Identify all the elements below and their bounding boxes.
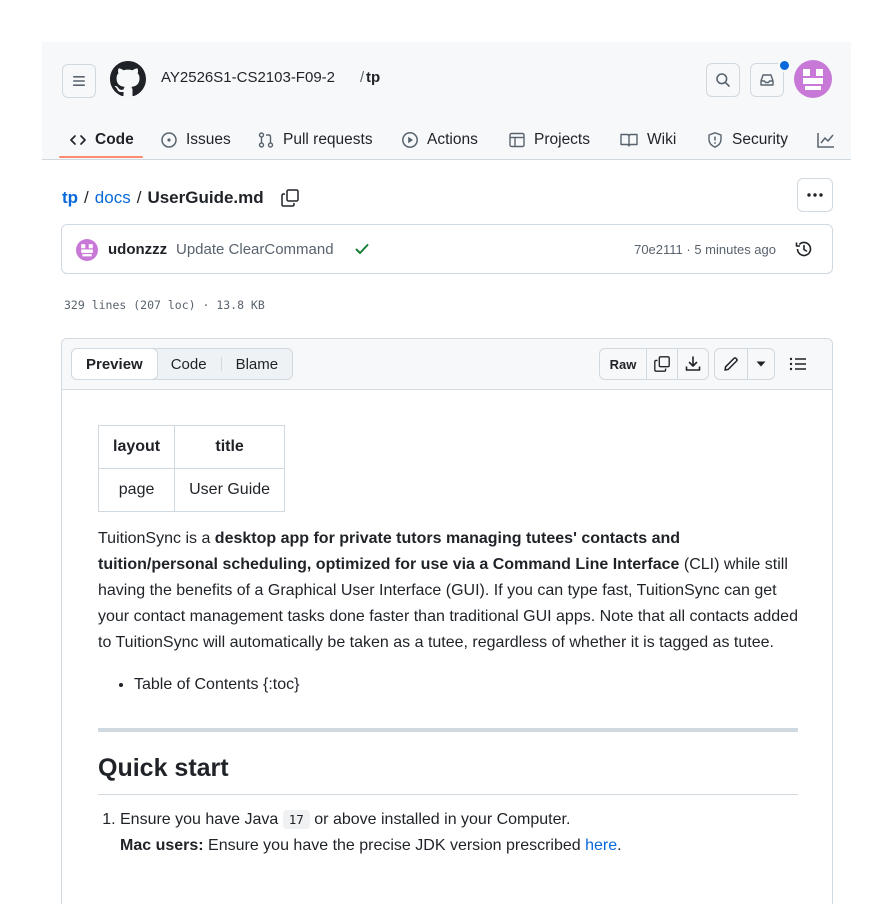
table-header: title — [174, 425, 286, 469]
tab-code[interactable]: Code — [69, 120, 134, 159]
breadcrumb-separator: / — [360, 69, 365, 86]
list-unordered-icon — [789, 357, 806, 371]
play-icon — [401, 131, 419, 149]
intro-paragraph: TuitionSync is a desktop app for private… — [98, 526, 798, 656]
section-heading[interactable]: Quick start — [98, 752, 798, 795]
file-viewer: Preview Code Blame Raw layout title page… — [61, 338, 833, 904]
github-logo-icon[interactable] — [110, 61, 146, 97]
tab-projects[interactable]: Projects — [508, 120, 590, 159]
kebab-horizontal-icon — [806, 192, 824, 198]
breadcrumb-sep: / — [136, 188, 142, 207]
pull-request-icon — [257, 131, 275, 149]
triangle-down-icon — [756, 361, 766, 367]
search-button[interactable] — [706, 63, 740, 97]
view-blame-button[interactable]: Blame — [222, 349, 293, 379]
repo-owner-link[interactable]: AY2526S1-CS2103-F09-2 — [161, 69, 335, 86]
outline-toggle-button[interactable] — [788, 355, 808, 373]
raw-actions-group: Raw — [599, 348, 709, 380]
tab-wiki[interactable]: Wiki — [619, 120, 676, 159]
steps-list: Ensure you have Java 17 or above install… — [98, 807, 798, 859]
edit-button[interactable] — [715, 349, 747, 379]
tab-insights[interactable] — [816, 120, 836, 159]
tab-issues[interactable]: Issues — [160, 120, 231, 159]
file-breadcrumb: tp / docs / UserGuide.md — [62, 188, 300, 208]
breadcrumb-folder-link[interactable]: docs — [95, 188, 131, 208]
repo-header: AY2526S1-CS2103-F09-2 / tp Code Issues P… — [42, 42, 851, 160]
menu-button[interactable] — [62, 64, 96, 98]
book-icon — [619, 131, 639, 149]
copy-path-icon[interactable] — [280, 188, 300, 208]
active-tab-underline — [59, 156, 143, 158]
file-toolbar: Preview Code Blame Raw — [62, 339, 832, 390]
edit-dropdown-button[interactable] — [747, 349, 774, 379]
table-cell: page — [97, 468, 176, 512]
table-header: layout — [97, 425, 176, 469]
mac-note-end: . — [617, 837, 622, 854]
step-text: Ensure you have Java — [120, 811, 283, 828]
jdk-link[interactable]: here — [585, 837, 617, 854]
view-preview-button[interactable]: Preview — [71, 348, 158, 380]
table-icon — [508, 131, 526, 149]
commit-meta[interactable]: 70e2111 · 5 minutes ago — [634, 242, 776, 257]
raw-button[interactable]: Raw — [600, 349, 646, 379]
hamburger-icon — [71, 73, 87, 89]
intro-text: TuitionSync is a — [98, 530, 215, 547]
view-code-button[interactable]: Code — [157, 349, 221, 379]
commit-author[interactable]: udonzzz — [108, 241, 167, 258]
breadcrumb-repo-link[interactable]: tp — [62, 188, 78, 208]
graph-icon — [816, 131, 836, 149]
tab-security[interactable]: Security — [706, 120, 788, 159]
repo-name-link[interactable]: tp — [366, 69, 380, 86]
breadcrumb-file: UserGuide.md — [147, 188, 264, 207]
notification-dot — [778, 59, 791, 72]
copy-raw-button[interactable] — [646, 349, 677, 379]
inbox-icon — [759, 72, 775, 88]
breadcrumb-sep: / — [84, 188, 89, 207]
search-icon — [715, 72, 731, 88]
user-avatar[interactable] — [794, 60, 832, 98]
mac-note-label: Mac users: — [120, 837, 204, 854]
inline-code: 17 — [282, 810, 310, 829]
file-stats: 329 lines (207 loc) · 13.8 KB — [64, 298, 265, 312]
step-text: or above installed in your Computer. — [309, 811, 571, 828]
tab-actions[interactable]: Actions — [401, 120, 478, 159]
latest-commit-bar: udonzzz Update ClearCommand 70e2111 · 5 … — [61, 224, 833, 274]
issue-icon — [160, 131, 178, 149]
code-icon — [69, 132, 87, 148]
commit-author-avatar[interactable] — [76, 239, 98, 261]
markdown-body: layout title page User Guide TuitionSync… — [97, 425, 798, 859]
repo-tabs: Code Issues Pull requests Actions Projec… — [42, 120, 851, 159]
check-icon[interactable] — [354, 241, 370, 257]
download-icon — [685, 356, 701, 371]
toc-list-item: Table of Contents {:toc} — [134, 672, 798, 698]
toc-list: Table of Contents {:toc} — [98, 672, 798, 698]
pencil-icon — [724, 357, 738, 371]
section-divider — [98, 728, 798, 732]
history-icon[interactable] — [794, 239, 814, 259]
edit-actions-group — [714, 348, 775, 380]
commit-message[interactable]: Update ClearCommand — [176, 241, 334, 258]
front-matter-table: layout title page User Guide — [97, 425, 286, 512]
shield-icon — [706, 131, 724, 149]
more-options-button[interactable] — [797, 178, 833, 212]
table-cell: User Guide — [174, 468, 286, 512]
step-item: Ensure you have Java 17 or above install… — [120, 807, 798, 859]
mac-note-text: Ensure you have the precise JDK version … — [203, 837, 586, 854]
download-button[interactable] — [677, 349, 708, 379]
tab-pull-requests[interactable]: Pull requests — [257, 120, 373, 159]
copy-icon — [654, 356, 670, 372]
view-switcher: Preview Code Blame — [71, 348, 294, 380]
